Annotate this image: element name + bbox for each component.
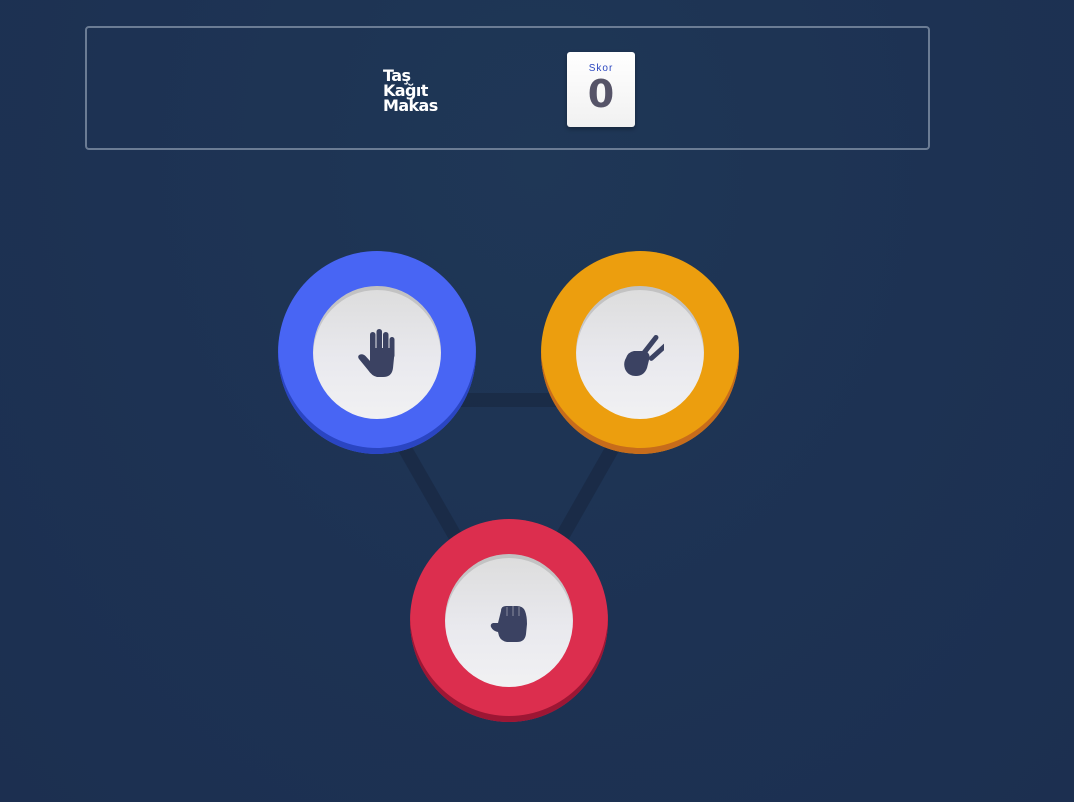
rock-choice-inner	[445, 554, 573, 687]
game-title-logo: Taş Kağıt Makas	[383, 68, 463, 115]
scissors-choice-button[interactable]	[541, 251, 739, 454]
scoreboard-header: Taş Kağıt Makas Skor 0	[85, 26, 930, 150]
paper-choice-inner	[313, 286, 441, 419]
hand-rock-icon	[490, 605, 527, 642]
hand-scissors-icon	[624, 334, 664, 376]
paper-choice-button[interactable]	[278, 251, 476, 454]
score-value: 0	[587, 72, 615, 116]
rock-choice-button[interactable]	[410, 519, 608, 722]
score-box: Skor 0	[567, 52, 635, 127]
title-line-makas: Makas	[383, 96, 438, 115]
scissors-choice-inner	[576, 286, 704, 419]
hand-paper-icon	[358, 328, 395, 377]
